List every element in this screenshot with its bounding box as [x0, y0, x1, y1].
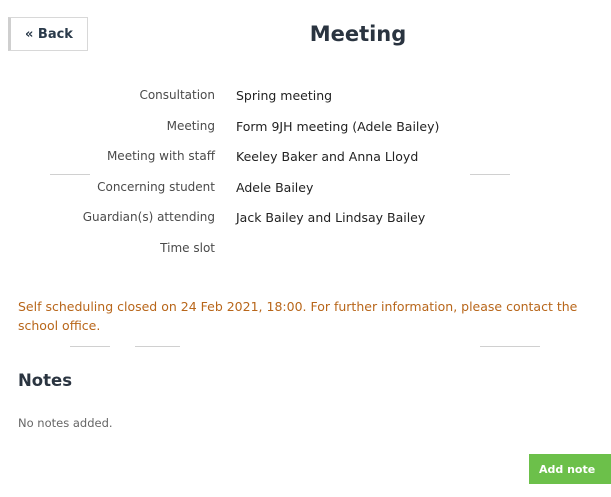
detail-label: Guardian(s) attending	[82, 210, 215, 224]
detail-row-guardians: Guardian(s) attending Jack Bailey and Li…	[0, 206, 611, 237]
add-note-button[interactable]: Add note	[529, 454, 611, 484]
divider	[480, 346, 540, 347]
detail-label: Time slot	[160, 240, 215, 255]
detail-label: Consultation	[139, 88, 215, 102]
detail-value: Jack Bailey and Lindsay Bailey	[236, 210, 426, 225]
detail-label: Meeting	[166, 118, 215, 133]
notes-heading: Notes	[18, 371, 73, 390]
back-button[interactable]: « Back	[8, 17, 88, 51]
page-title: Meeting	[309, 22, 407, 46]
detail-value: Form 9JH meeting (Adele Bailey)	[236, 118, 440, 134]
meeting-page: « Back Meeting Consultation Spring meeti…	[0, 0, 611, 497]
detail-value: Adele Bailey	[236, 179, 314, 195]
detail-value: Keeley Baker and Anna Lloyd	[236, 149, 419, 164]
detail-label: Meeting with staff	[106, 149, 215, 163]
detail-row-student: Concerning student Adele Bailey	[0, 176, 611, 207]
detail-row-meeting: Meeting Form 9JH meeting (Adele Bailey)	[0, 115, 611, 146]
divider	[70, 346, 110, 347]
detail-label: Concerning student	[97, 179, 215, 194]
detail-row-consultation: Consultation Spring meeting	[0, 84, 611, 115]
detail-row-time-slot: Time slot	[0, 237, 611, 268]
divider	[135, 346, 180, 347]
scheduling-closed-notice: Self scheduling closed on 24 Feb 2021, 1…	[18, 299, 578, 333]
meeting-details: Consultation Spring meeting Meeting Form…	[0, 84, 611, 267]
detail-row-staff: Meeting with staff Keeley Baker and Anna…	[0, 145, 611, 176]
divider	[50, 174, 90, 175]
notes-empty-text: No notes added.	[18, 416, 113, 430]
detail-value: Spring meeting	[236, 88, 333, 103]
divider	[470, 174, 510, 175]
